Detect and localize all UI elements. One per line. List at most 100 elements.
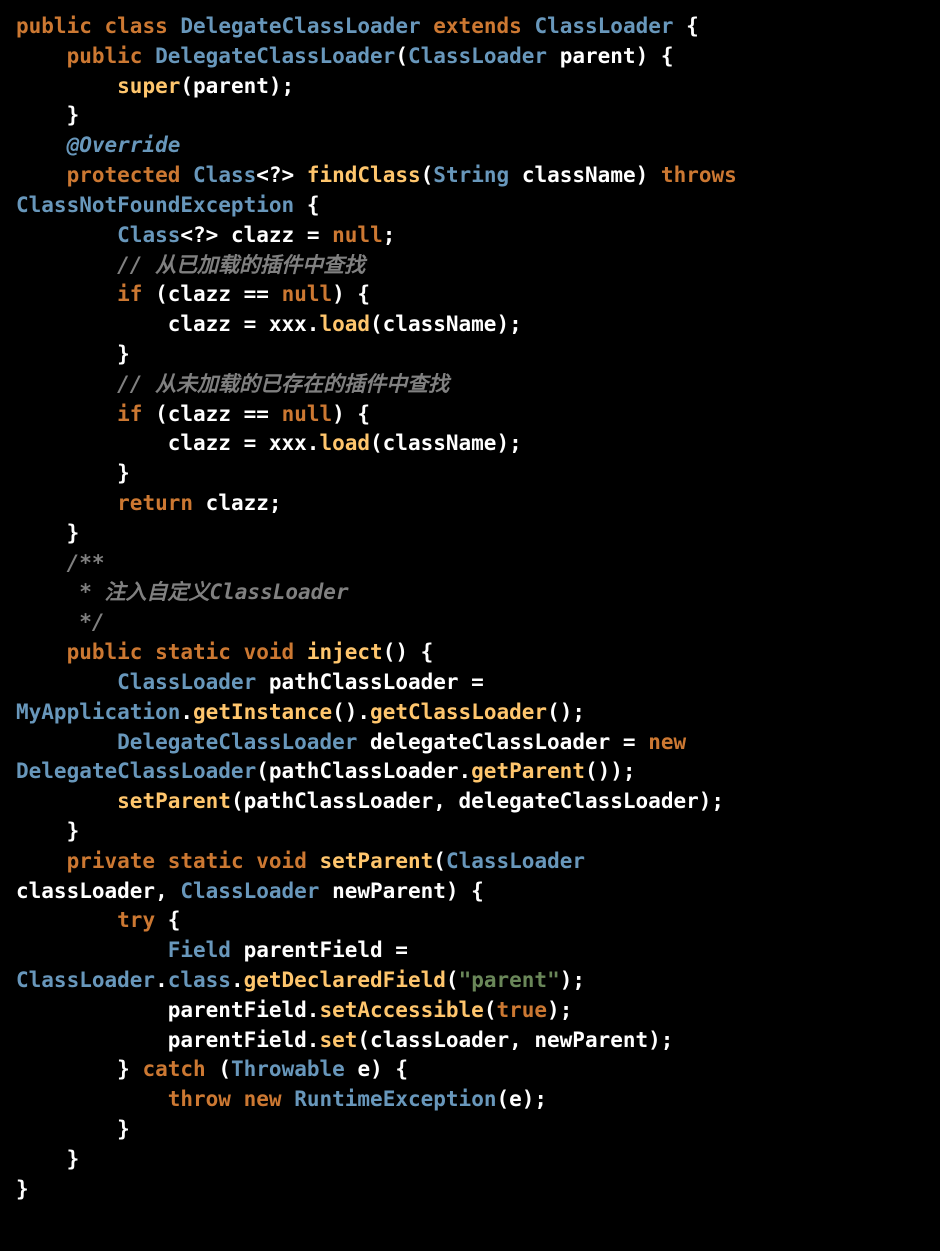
paren: ( <box>218 1057 231 1081</box>
brace: } <box>16 1177 29 1201</box>
cond: (clazz == <box>155 282 269 306</box>
paren: ( <box>433 849 446 873</box>
method-call: load <box>319 312 370 336</box>
method-call: getClassLoader <box>370 700 547 724</box>
keyword-try: try <box>117 908 155 932</box>
method-call: getDeclaredField <box>244 968 446 992</box>
keyword-static: static <box>168 849 244 873</box>
assign: clazz = xxx. <box>168 431 320 455</box>
literal-null: null <box>282 402 333 426</box>
comment: // 从未加载的已存在的插件中查找 <box>117 372 449 396</box>
dot: . <box>231 968 244 992</box>
paren: () { <box>383 640 434 664</box>
paren: ( <box>446 968 459 992</box>
dot: . <box>155 968 168 992</box>
string-literal: "parent" <box>459 968 560 992</box>
keyword-if: if <box>117 402 142 426</box>
literal-true: true <box>496 998 547 1022</box>
super-call: super <box>117 74 180 98</box>
paren: ) <box>636 163 649 187</box>
args: (parent); <box>180 74 294 98</box>
type-name: ClassNotFoundException <box>16 193 294 217</box>
type-name: String <box>433 163 509 187</box>
class-literal: class <box>168 968 231 992</box>
brace: { <box>307 193 320 217</box>
cond: (clazz == <box>155 402 269 426</box>
type-name: ClassLoader <box>534 14 673 38</box>
paren: ); <box>560 968 585 992</box>
comment: // 从已加载的插件中查找 <box>117 253 365 277</box>
method-call: setParent <box>117 789 231 813</box>
type-name: ClassLoader <box>117 670 256 694</box>
keyword-new: new <box>244 1087 282 1111</box>
method-name: setParent <box>320 849 434 873</box>
brace: } <box>67 819 80 843</box>
annotation-override: @Override <box>67 133 181 157</box>
var: parentField. <box>168 998 320 1022</box>
var: delegateClassLoader = <box>370 730 636 754</box>
generic: <?> <box>256 163 294 187</box>
type-name: ClassLoader <box>408 44 547 68</box>
keyword-public: public <box>16 14 92 38</box>
constructor-name: DelegateClassLoader <box>155 44 395 68</box>
type-name: Field <box>168 938 231 962</box>
brace: } <box>117 461 130 485</box>
method-call: set <box>319 1028 357 1052</box>
keyword-extends: extends <box>433 14 522 38</box>
type-name: RuntimeException <box>294 1087 496 1111</box>
keyword-void: void <box>256 849 307 873</box>
args: (className); <box>370 431 522 455</box>
type-name: MyApplication <box>16 700 180 724</box>
keyword-static: static <box>155 640 231 664</box>
keyword-catch: catch <box>142 1057 205 1081</box>
type-name: Throwable <box>231 1057 345 1081</box>
var: parentField. <box>168 1028 320 1052</box>
method-name: inject <box>307 640 383 664</box>
brace: ) { <box>332 402 370 426</box>
type-name: ClassLoader <box>180 879 319 903</box>
assign: clazz = xxx. <box>168 312 320 336</box>
brace: { <box>686 14 699 38</box>
var: clazz = <box>231 223 320 247</box>
comment: /** <box>67 551 105 575</box>
type-name: DelegateClassLoader <box>180 14 420 38</box>
var: pathClassLoader = <box>269 670 484 694</box>
brace: } <box>117 1117 130 1141</box>
brace: } <box>67 1147 80 1171</box>
literal-null: null <box>332 223 383 247</box>
brace: } <box>67 521 80 545</box>
keyword-public: public <box>67 640 143 664</box>
keyword-throw: throw <box>168 1087 231 1111</box>
dot: . <box>180 700 193 724</box>
brace: } <box>67 103 80 127</box>
type-name: Class <box>193 163 256 187</box>
var: clazz; <box>206 491 282 515</box>
literal-null: null <box>282 282 333 306</box>
type-name: DelegateClassLoader <box>16 759 256 783</box>
paren: ()); <box>585 759 636 783</box>
keyword-if: if <box>117 282 142 306</box>
type-name: Class <box>117 223 180 247</box>
generic: <?> <box>180 223 218 247</box>
keyword-return: return <box>117 491 193 515</box>
method-call: getInstance <box>193 700 332 724</box>
keyword-void: void <box>244 640 295 664</box>
paren: (); <box>547 700 585 724</box>
args: (classLoader, newParent); <box>357 1028 673 1052</box>
args: (pathClassLoader, delegateClassLoader); <box>231 789 724 813</box>
keyword-protected: protected <box>67 163 181 187</box>
var: parentField = <box>244 938 408 962</box>
keyword-throws: throws <box>661 163 737 187</box>
brace: { <box>168 908 181 932</box>
type-name: ClassLoader <box>446 849 585 873</box>
comment: */ <box>67 610 105 634</box>
args: (className); <box>370 312 522 336</box>
keyword-public: public <box>67 44 143 68</box>
paren: ( <box>484 998 497 1022</box>
comment: * 注入自定义ClassLoader <box>67 580 349 604</box>
method-call: load <box>319 431 370 455</box>
param: parent <box>560 44 636 68</box>
paren: ( <box>395 44 408 68</box>
args: (e); <box>496 1087 547 1111</box>
type-name: DelegateClassLoader <box>117 730 357 754</box>
